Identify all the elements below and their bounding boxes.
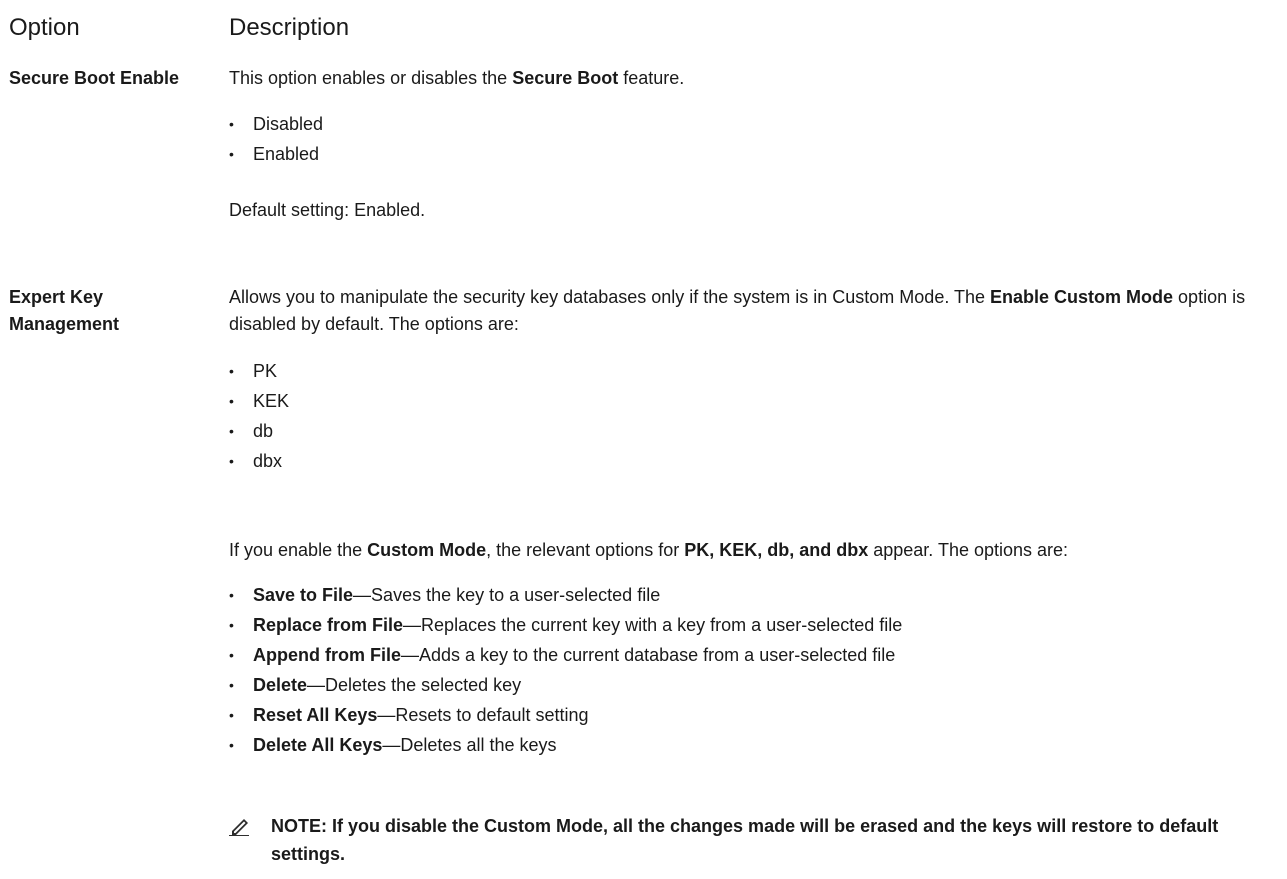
bullet-icon: •: [229, 423, 234, 439]
intro-text: feature.: [618, 68, 685, 88]
default-setting: Default setting: Enabled.: [229, 200, 426, 220]
custom-mode-intro: If you enable the Custom Mode, the relev…: [229, 536, 1287, 564]
list-item: • KEK: [229, 386, 1287, 416]
action-desc: —Deletes all the keys: [382, 735, 557, 755]
list-item: • dbx: [229, 446, 1287, 476]
bullet-icon: •: [229, 116, 234, 132]
action-name: Save to File: [253, 585, 354, 605]
option-description: Allows you to manipulate the security ke…: [229, 284, 1287, 338]
bullet-icon: •: [229, 737, 234, 753]
description-intro: Allows you to manipulate the security ke…: [229, 284, 1283, 338]
list-item: • Replace from File—Replaces the current …: [229, 610, 1287, 640]
header-description: Description: [229, 14, 350, 41]
value-list: • Disabled • Enabled: [229, 109, 1287, 169]
action-name: Delete: [253, 675, 308, 695]
list-item-text: PK: [253, 361, 278, 381]
action-desc: —Adds a key to the current database from…: [401, 645, 896, 665]
bullet-icon: •: [229, 453, 234, 469]
bullet-icon: •: [229, 393, 234, 409]
list-item-text: Enabled: [253, 144, 320, 164]
option-name: Secure Boot Enable: [9, 68, 180, 88]
intro-bold: Secure Boot: [512, 68, 619, 88]
list-item: • db: [229, 416, 1287, 446]
note-block: NOTE: If you disable the Custom Mode, al…: [229, 812, 1287, 868]
custom-text: If you enable the: [229, 540, 368, 560]
action-desc: —Resets to default setting: [377, 705, 589, 725]
custom-actions-list: • Save to File—Saves the key to a user-se…: [229, 580, 1287, 760]
bullet-icon: •: [229, 647, 234, 663]
custom-text: , the relevant options for: [486, 540, 685, 560]
pencil-note-icon: [229, 812, 271, 844]
list-item: • Reset All Keys—Resets to default settin…: [229, 700, 1287, 730]
bullet-icon: •: [229, 677, 234, 693]
list-item: • Delete—Deletes the selected key: [229, 670, 1287, 700]
description-intro: This option enables or disables the Secu…: [229, 64, 1287, 92]
bullet-icon: •: [229, 146, 234, 162]
note-text: NOTE: If you disable the Custom Mode, al…: [271, 816, 1219, 864]
key-db-list: • PK • KEK • db • dbx: [229, 356, 1287, 476]
action-name: Delete All Keys: [253, 735, 383, 755]
action-desc: —Deletes the selected key: [307, 675, 522, 695]
custom-text: appear. The options are:: [868, 540, 1069, 560]
bullet-icon: •: [229, 363, 234, 379]
custom-bold: Custom Mode: [367, 540, 487, 560]
bullet-icon: •: [229, 707, 234, 723]
action-desc: —Saves the key to a user-selected file: [353, 585, 661, 605]
action-name: Reset All Keys: [253, 705, 378, 725]
list-item: • Append from File—Adds a key to the curr…: [229, 640, 1287, 670]
action-name: Append from File: [253, 645, 401, 665]
intro-text: This option enables or disables the: [229, 68, 513, 88]
list-item-text: db: [253, 421, 274, 441]
intro-text: Allows you to manipulate the security ke…: [229, 287, 991, 307]
option-description: This option enables or disables the Secu…: [229, 64, 1287, 92]
action-name: Replace from File: [253, 615, 404, 635]
custom-bold: PK, KEK, db, and dbx: [684, 540, 869, 560]
option-name-line: Management: [9, 314, 120, 334]
list-item: • Save to File—Saves the key to a user-se…: [229, 580, 1287, 610]
list-item-text: KEK: [253, 391, 290, 411]
action-desc: —Replaces the current key with a key fro…: [403, 615, 903, 635]
list-item-text: Disabled: [253, 114, 324, 134]
list-item: • Enabled: [229, 139, 1287, 169]
list-item-text: dbx: [253, 451, 283, 471]
option-name: Expert Key Management: [9, 284, 224, 338]
intro-bold: Enable Custom Mode: [990, 287, 1174, 307]
bullet-icon: •: [229, 617, 234, 633]
list-item: • PK: [229, 356, 1287, 386]
bullet-icon: •: [229, 587, 234, 603]
header-option: Option: [9, 14, 80, 41]
option-name-line: Expert Key: [9, 287, 104, 307]
list-item: • Delete All Keys—Deletes all the keys: [229, 730, 1287, 760]
list-item: • Disabled: [229, 109, 1287, 139]
